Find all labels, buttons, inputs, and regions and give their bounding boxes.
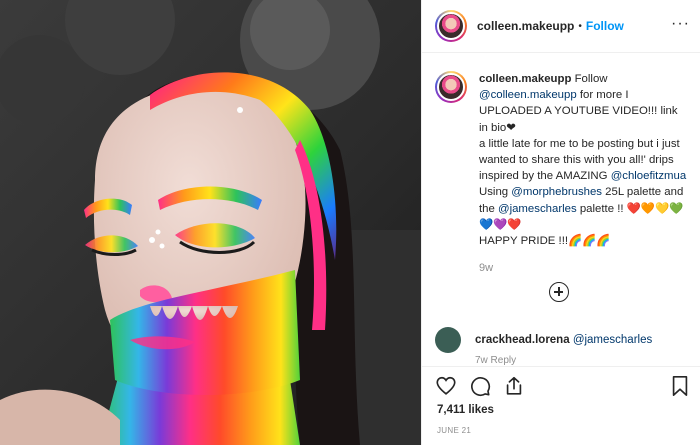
more-options-icon[interactable]: ··· xyxy=(671,16,690,32)
commenter-avatar[interactable] xyxy=(435,327,461,353)
comment-row: crackhead.lorena @jamescharles xyxy=(435,327,652,353)
caption-avatar[interactable] xyxy=(435,71,467,103)
caption-avatar-image xyxy=(437,73,465,101)
caption-happy-pride: HAPPY PRIDE !!! xyxy=(479,235,569,248)
bookmark-icon[interactable] xyxy=(670,375,690,400)
comment-mention[interactable]: @jamescharles xyxy=(573,334,652,346)
makeup-photo-illustration xyxy=(0,0,421,445)
caption-using: Using xyxy=(479,186,512,199)
author-avatar-image xyxy=(437,12,465,40)
author-username[interactable]: colleen.makeupp xyxy=(477,19,574,33)
heart-icon[interactable] xyxy=(435,375,457,397)
mention-jamescharles[interactable]: @jamescharles xyxy=(498,203,577,215)
mention-morphebrushes[interactable]: @morphebrushes xyxy=(511,186,602,198)
post-photo[interactable] xyxy=(0,0,421,445)
post-side-panel: colleen.makeupp • Follow ··· colleen.mak… xyxy=(421,0,700,445)
comments-section[interactable]: colleen.makeupp Follow @colleen.makeupp … xyxy=(422,54,700,366)
caption-username[interactable]: colleen.makeupp xyxy=(479,73,571,85)
heart-emoji: ❤ xyxy=(506,121,516,134)
rainbow-emojis: 🌈🌈🌈 xyxy=(568,235,611,248)
author-avatar[interactable] xyxy=(435,10,467,42)
comment-meta: 7w Reply xyxy=(475,355,517,366)
share-icon[interactable] xyxy=(503,375,525,397)
like-count[interactable]: 7,411 likes xyxy=(437,404,494,416)
actions-bar: 7,411 likes JUNE 21 xyxy=(422,366,700,445)
commenter-username[interactable]: crackhead.lorena xyxy=(475,334,570,346)
action-icons xyxy=(435,375,525,397)
load-more-comments-icon[interactable] xyxy=(549,282,569,302)
caption-text: colleen.makeupp Follow @colleen.makeupp … xyxy=(479,71,689,249)
caption: colleen.makeupp Follow @colleen.makeupp … xyxy=(435,71,689,249)
caption-palette-end: palette !! xyxy=(576,202,627,215)
comment-icon[interactable] xyxy=(469,375,491,397)
caption-follow[interactable]: Follow xyxy=(575,73,608,85)
mention-chloefitzmua[interactable]: @chloefitzmua xyxy=(611,170,687,182)
follow-button[interactable]: Follow xyxy=(586,19,624,33)
post-date[interactable]: JUNE 21 xyxy=(437,426,471,435)
comment-text: crackhead.lorena @jamescharles xyxy=(475,334,652,346)
mention-colleen[interactable]: @colleen.makeupp xyxy=(479,89,577,101)
separator-dot: • xyxy=(578,20,582,32)
caption-timestamp[interactable]: 9w xyxy=(479,262,493,274)
post-header: colleen.makeupp • Follow ··· xyxy=(422,0,700,53)
